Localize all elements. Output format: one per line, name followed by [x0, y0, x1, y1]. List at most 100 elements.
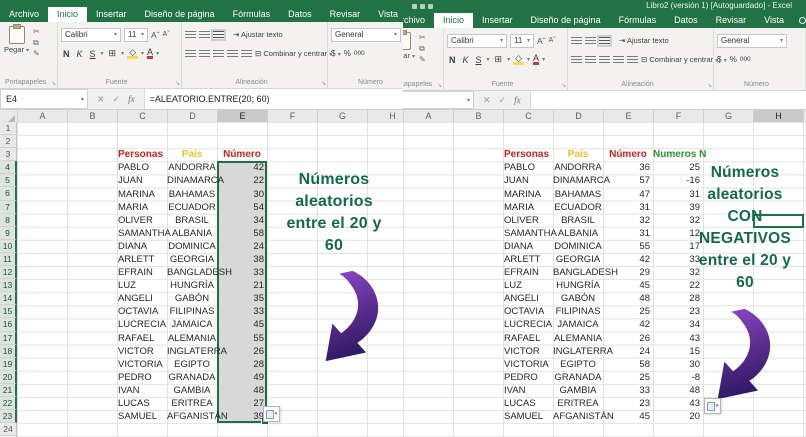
row-header[interactable]: 10: [0, 239, 17, 253]
cut-icon[interactable]: ✂: [33, 27, 40, 36]
number-cell[interactable]: 26: [217, 346, 267, 357]
country-cell[interactable]: GAMBIA: [553, 385, 603, 396]
person-cell[interactable]: OCTAVIA: [117, 306, 167, 317]
bold-button[interactable]: N: [61, 49, 72, 59]
tab-archivo[interactable]: Archivo: [0, 7, 48, 22]
percent-button[interactable]: %: [730, 55, 737, 64]
ribbon-tab[interactable]: Fórmulas: [224, 7, 280, 22]
number-cell[interactable]: 45: [217, 319, 267, 330]
person-cell[interactable]: LUCAS: [117, 398, 167, 409]
row-header[interactable]: 20: [0, 370, 17, 384]
underline-button[interactable]: S: [474, 55, 484, 65]
comma-style-button[interactable]: 000: [740, 56, 751, 63]
person-cell[interactable]: JUAN: [503, 175, 553, 186]
country-cell[interactable]: ANDORRA: [167, 162, 217, 173]
grow-font-button[interactable]: Aˆ: [537, 36, 546, 46]
person-cell[interactable]: SAMANTHA: [117, 228, 171, 239]
copy-icon[interactable]: ⧉: [33, 38, 40, 47]
header-pais[interactable]: País: [167, 149, 217, 160]
row-header[interactable]: 9: [0, 226, 17, 240]
negative-number-cell[interactable]: 20: [653, 411, 703, 422]
enter-icon[interactable]: ✓: [499, 95, 507, 106]
number-cell[interactable]: 30: [217, 189, 267, 200]
ribbon-tab[interactable]: Revisar: [321, 7, 370, 22]
font-color-button[interactable]: A: [533, 54, 540, 65]
underline-button[interactable]: S: [88, 49, 98, 59]
row-header[interactable]: 14: [0, 292, 17, 306]
align-center-icon[interactable]: [199, 49, 210, 58]
person-cell[interactable]: SAMANTHA: [503, 228, 557, 239]
number-cell[interactable]: 33: [217, 267, 267, 278]
merge-center-button[interactable]: ⊟ Combinar y centrar ▾: [641, 55, 718, 64]
dialog-launcher-icon[interactable]: ↘: [561, 83, 566, 89]
ribbon-tab[interactable]: Diseño de página: [522, 13, 610, 28]
font-name-select[interactable]: Calibri ▾: [447, 33, 507, 48]
country-cell[interactable]: GABÓN: [167, 293, 217, 304]
font-size-select[interactable]: 11 ▾: [510, 33, 534, 48]
number-cell[interactable]: 39: [217, 411, 267, 422]
align-left-icon[interactable]: [571, 55, 582, 64]
country-cell[interactable]: GRANADA: [167, 372, 217, 383]
number-cell[interactable]: 33: [603, 385, 653, 396]
row-header[interactable]: 21: [0, 383, 17, 397]
country-cell[interactable]: JAMAICA: [167, 319, 217, 330]
row-header[interactable]: 11: [0, 252, 17, 267]
country-cell[interactable]: ANDORRA: [553, 162, 603, 173]
person-cell[interactable]: LUCAS: [503, 398, 553, 409]
number-cell[interactable]: 48: [217, 385, 267, 396]
italic-button[interactable]: K: [461, 55, 471, 65]
formula-input[interactable]: =ALEATORIO.ENTRE(20; 60): [143, 89, 403, 109]
dialog-launcher-icon[interactable]: ↘: [51, 81, 56, 87]
row-header[interactable]: 24: [0, 423, 17, 437]
tell-me-box[interactable]: ¿Qué desea...: [793, 13, 806, 28]
font-size-select[interactable]: 11 ▾: [124, 27, 148, 42]
decrease-indent-icon[interactable]: [613, 55, 624, 64]
number-format-select[interactable]: General ▾: [717, 33, 787, 48]
grow-font-button[interactable]: Aˆ: [151, 30, 160, 40]
ribbon-tab[interactable]: Datos: [665, 13, 707, 28]
row-header[interactable]: 6: [0, 187, 17, 201]
country-cell[interactable]: DOMINICA: [553, 241, 603, 252]
person-cell[interactable]: RAFAEL: [117, 333, 167, 344]
person-cell[interactable]: PEDRO: [503, 372, 553, 383]
person-cell[interactable]: PABLO: [503, 162, 553, 173]
number-cell[interactable]: 45: [603, 411, 653, 422]
ribbon-tab[interactable]: Insertar: [473, 13, 522, 28]
format-painter-icon[interactable]: ✎: [419, 55, 426, 64]
number-cell[interactable]: 23: [603, 398, 653, 409]
percent-button[interactable]: %: [344, 49, 351, 58]
country-cell[interactable]: DINAMARCA: [167, 175, 224, 186]
person-cell[interactable]: SAMUEL: [117, 411, 167, 422]
country-cell[interactable]: GABÓN: [553, 293, 603, 304]
number-cell[interactable]: 25: [603, 372, 653, 383]
person-cell[interactable]: ARLETT: [117, 254, 167, 265]
row-header[interactable]: 1: [0, 122, 17, 136]
country-cell[interactable]: EGIPTO: [553, 359, 603, 370]
country-cell[interactable]: GEORGIA: [167, 254, 217, 265]
person-cell[interactable]: OLIVER: [503, 215, 553, 226]
enter-icon[interactable]: ✓: [113, 94, 121, 105]
header-numero[interactable]: Número: [603, 149, 653, 160]
decrease-indent-icon[interactable]: [227, 49, 238, 58]
wrap-text-button[interactable]: ⇥ Ajustar texto: [619, 36, 669, 45]
auto-fill-options-button[interactable]: ▾: [263, 406, 280, 422]
dialog-launcher-icon[interactable]: ↘: [707, 83, 712, 89]
country-cell[interactable]: INGLATERRA: [553, 346, 613, 357]
person-cell[interactable]: MARINA: [117, 189, 167, 200]
number-cell[interactable]: 21: [217, 280, 267, 291]
number-cell[interactable]: 38: [217, 254, 267, 265]
insert-function-icon[interactable]: fx: [128, 94, 135, 104]
person-cell[interactable]: PABLO: [117, 162, 167, 173]
borders-button[interactable]: ⊞: [493, 54, 505, 65]
header-numeros-negativos[interactable]: Numeros N: [653, 149, 733, 160]
number-cell[interactable]: 58: [603, 359, 653, 370]
number-cell[interactable]: 22: [217, 175, 267, 186]
number-cell[interactable]: 28: [217, 359, 267, 370]
country-cell[interactable]: ECUADOR: [167, 202, 217, 213]
align-middle-icon[interactable]: [199, 30, 210, 39]
person-cell[interactable]: LUCRECIA: [117, 319, 167, 330]
row-header[interactable]: 7: [0, 200, 17, 214]
header-personas[interactable]: Personas: [117, 149, 167, 160]
number-cell[interactable]: 42: [217, 162, 267, 173]
person-cell[interactable]: LUZ: [503, 280, 553, 291]
